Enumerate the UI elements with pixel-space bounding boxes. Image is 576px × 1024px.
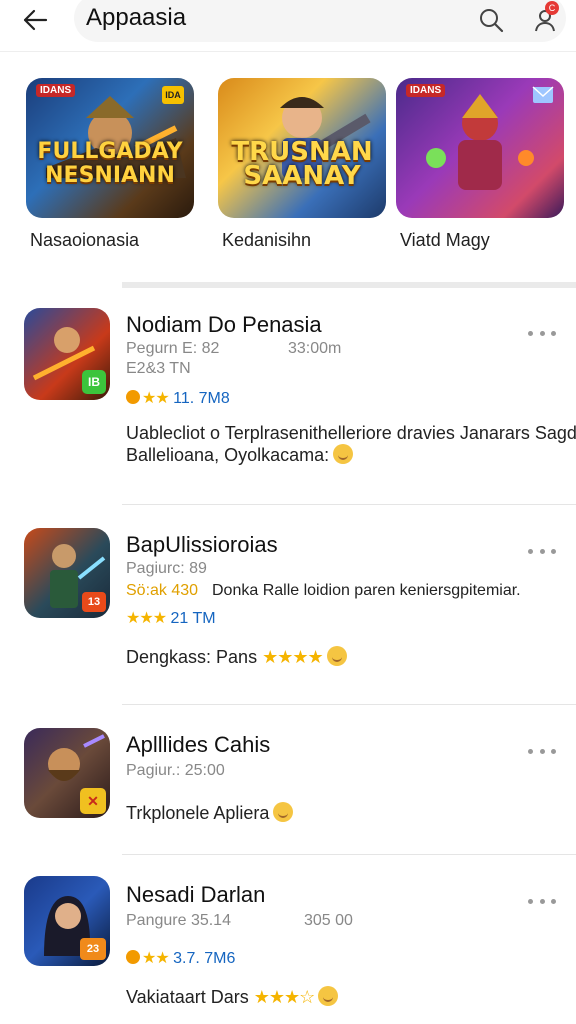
star-icons: ★★★: [126, 610, 167, 627]
app-meta: Pagiurc: 89: [126, 560, 207, 577]
app-meta: Pangure 35.14: [126, 912, 231, 929]
app-title: Nesadi Darlan: [126, 882, 266, 907]
list-separator: [122, 504, 576, 505]
featured-app-name: Viatd Magy: [400, 230, 490, 250]
emoji-icon: [326, 646, 347, 666]
coin-icon: [126, 390, 140, 404]
featured-app-name: Kedanisihn: [222, 230, 312, 250]
app-description: Dengkass: Pans ★★★★: [126, 644, 347, 671]
more-options-button[interactable]: [528, 894, 556, 908]
featured-app-card[interactable]: IDANS Viatd Magy: [396, 78, 564, 250]
description-text: Ballelioana, Oyolkacama:: [126, 445, 330, 465]
featured-tag: IDANS: [406, 84, 446, 97]
list-separator: [122, 854, 576, 855]
mail-icon: [532, 86, 554, 103]
star-icons: ★★: [142, 950, 170, 967]
featured-tag: IDANS: [36, 84, 76, 97]
star-icons: ★★: [142, 390, 170, 407]
featured-app-card[interactable]: TRUSNAN SAANAY Kedanisihn: [218, 78, 386, 250]
app-title: Nodiam Do Penasia: [126, 312, 322, 337]
more-options-button[interactable]: [528, 544, 556, 558]
icon-badge: IB: [82, 370, 106, 394]
app-icon: ✕: [24, 728, 110, 818]
arrow-left-icon: [23, 9, 48, 31]
emoji-icon: [318, 986, 339, 1006]
top-bar: Appaasia C: [0, 0, 576, 52]
featured-app-image: IDANS: [396, 78, 564, 218]
app-description-2: Ballelioana, Oyolkacama:: [126, 442, 354, 469]
section-divider: [122, 282, 576, 288]
search-button[interactable]: [476, 6, 506, 34]
list-item[interactable]: IB Nodiam Do Penasia Pegurn E: 82 33:00m…: [0, 300, 576, 500]
search-icon: [480, 9, 504, 33]
rating-value: 3.7. 7M6: [173, 950, 236, 967]
description-text: Dengkass: Pans: [126, 647, 258, 667]
icon-badge: 13: [82, 592, 106, 612]
rating-value: 11. 7M8: [173, 390, 230, 407]
featured-app-name: Nasaoionasia: [30, 230, 140, 250]
icon-badge: ✕: [80, 788, 106, 814]
app-description: Trkplonele Apliera: [126, 800, 294, 827]
notification-badge: C: [545, 1, 559, 15]
app-rating: ★★ 11. 7M8: [126, 388, 230, 408]
featured-app-image: IDANS IDA FULLGADAY NESNIANN: [26, 78, 194, 218]
app-title: BapUlissioroias: [126, 532, 278, 557]
featured-app-card[interactable]: IDANS IDA FULLGADAY NESNIANN Nasaoionasi…: [26, 78, 194, 250]
app-meta-size: 305 00: [304, 912, 353, 929]
list-separator: [122, 704, 576, 705]
list-item[interactable]: 13 BapUlissioroias Pagiurc: 89 Sö:ak 430…: [0, 520, 576, 700]
emoji-icon: [333, 444, 354, 464]
list-item[interactable]: 23 Nesadi Darlan Pangure 35.14 305 00 ★★…: [0, 872, 576, 1024]
description-text: Vakiataart Dars: [126, 987, 249, 1007]
app-description: Vakiataart Dars ★★★☆: [126, 984, 339, 1011]
app-rating: ★★★ 21 TM: [126, 608, 216, 628]
more-options-button[interactable]: [528, 744, 556, 758]
back-button[interactable]: [18, 6, 52, 34]
coin-icon: [126, 950, 140, 964]
app-icon: IB: [24, 308, 110, 400]
app-meta-2: Sö:ak 430: [126, 582, 199, 599]
icon-badge: 23: [80, 938, 106, 960]
app-rating: ★★ 3.7. 7M6: [126, 948, 235, 968]
app-icon: 13: [24, 528, 110, 618]
star-icons: ★★★☆: [253, 987, 316, 1007]
featured-app-image: TRUSNAN SAANAY: [218, 78, 386, 218]
app-meta: Pegurn E: 82: [126, 340, 220, 357]
featured-logo: FULLGADAY NESNIANN: [37, 139, 183, 188]
more-options-button[interactable]: [528, 326, 556, 340]
app-meta: Pagiur.: 25:00: [126, 762, 225, 779]
app-meta-size: 33:00m: [288, 340, 342, 357]
app-icon: 23: [24, 876, 110, 966]
list-item[interactable]: ✕ Aplllides Cahis Pagiur.: 25:00 Trkplon…: [0, 722, 576, 852]
description-text: Trkplonele Apliera: [126, 803, 270, 823]
emoji-icon: [273, 802, 294, 822]
rating-value: 21 TM: [170, 610, 216, 627]
featured-logo: TRUSNAN SAANAY: [231, 137, 373, 191]
page-title: Appaasia: [86, 4, 187, 31]
app-title: Aplllides Cahis: [126, 732, 271, 757]
featured-tag-2: IDA: [162, 86, 184, 104]
star-icons: ★★★★: [262, 647, 324, 667]
app-meta-2: E2&3 TN: [126, 360, 191, 377]
app-tagline: Donka Ralle loidion paren keniersgpitemi…: [212, 582, 521, 599]
